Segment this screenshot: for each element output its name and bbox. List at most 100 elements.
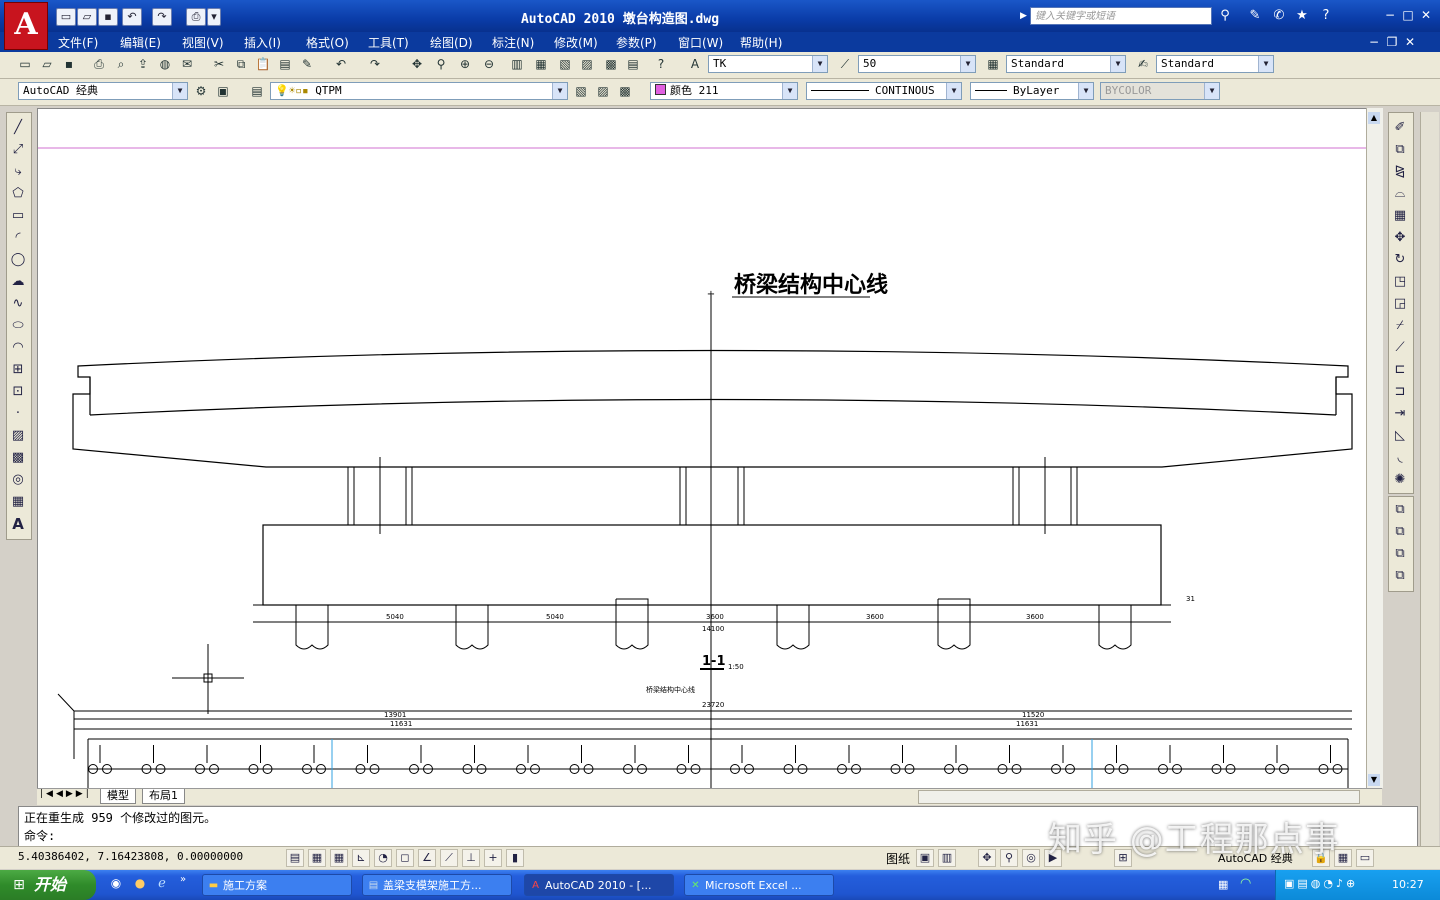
wifi-icon[interactable]: ◠ [1240, 876, 1251, 891]
quicklaunch-browser-icon[interactable]: ◉ [108, 876, 124, 892]
horizontal-scrollbar[interactable] [918, 790, 1360, 804]
new-file-icon[interactable]: ▭ [56, 8, 76, 26]
menu-draw[interactable]: 绘图(D) [430, 34, 473, 51]
clock[interactable]: 10:27 [1392, 878, 1424, 891]
insert-block-icon[interactable]: ⊞ [8, 360, 28, 380]
workspace-switch[interactable]: AutoCAD 经典 [1218, 850, 1293, 866]
properties-icon[interactable]: ▥ [508, 55, 526, 73]
help-toolbar-icon[interactable]: ? [652, 55, 670, 73]
bring-above-icon[interactable]: ⧉ [1390, 544, 1410, 564]
application-menu-button[interactable]: A [4, 2, 48, 50]
plot-icon[interactable]: ⎙ [90, 55, 108, 73]
doc-close-icon[interactable]: ✕ [1402, 35, 1418, 50]
minimize-icon[interactable]: − [1382, 8, 1398, 23]
showmotion-icon[interactable]: ▶ [1044, 849, 1062, 867]
undo-icon[interactable]: ↶ [122, 8, 142, 26]
print-icon[interactable]: ⎙ [186, 8, 206, 26]
workspace-select[interactable]: AutoCAD 经典 ▼ [18, 82, 188, 100]
pan-icon[interactable]: ✥ [408, 55, 426, 73]
move-icon[interactable]: ✥ [1390, 228, 1410, 248]
command-prompt[interactable]: 命令: [24, 827, 55, 844]
doc-restore-icon[interactable]: ❐ [1384, 35, 1400, 50]
text-style-select[interactable]: TK ▼ [708, 55, 828, 73]
quick-view-layouts-icon[interactable]: ▣ [916, 849, 934, 867]
status-zoom-icon[interactable]: ⚲ [1000, 849, 1018, 867]
trim-icon[interactable]: ⌿ [1390, 316, 1410, 336]
plotstyle-select[interactable]: BYCOLOR ▼ [1100, 82, 1220, 100]
fillet-icon[interactable]: ◟ [1390, 448, 1410, 468]
status-pan-icon[interactable]: ✥ [978, 849, 996, 867]
keyboard-icon[interactable]: ▦ [1218, 878, 1228, 891]
search-input[interactable]: 键入关键字或短语 [1030, 7, 1212, 25]
tab-layout1[interactable]: 布局1 [142, 789, 185, 804]
quicklaunch-chrome-icon[interactable]: ● [132, 876, 148, 892]
paste-icon[interactable]: 📋 [254, 55, 272, 73]
copy-icon[interactable]: ⧉ [232, 55, 250, 73]
hatch-icon[interactable]: ▨ [8, 426, 28, 446]
publish-icon[interactable]: ⇪ [134, 55, 152, 73]
dim-scale-select[interactable]: 50 ▼ [858, 55, 976, 73]
markup-icon[interactable]: ▩ [602, 55, 620, 73]
table-style-select[interactable]: Standard ▼ [1156, 55, 1274, 73]
menu-view[interactable]: 视图(V) [182, 34, 224, 51]
erase-icon[interactable]: ✐ [1390, 118, 1410, 138]
lineweight-select[interactable]: ByLayer ▼ [970, 82, 1094, 100]
polar-tracking-icon[interactable]: ◔ [374, 849, 392, 867]
redo-icon[interactable]: ↷ [152, 8, 172, 26]
clean-screen-icon[interactable]: ▭ [1356, 849, 1374, 867]
array-icon[interactable]: ▦ [1390, 206, 1410, 226]
quick-access-dropdown-icon[interactable]: ▾ [207, 8, 221, 26]
send-to-back-icon[interactable]: ⧉ [1390, 522, 1410, 542]
rotate-icon[interactable]: ↻ [1390, 250, 1410, 270]
steeringwheel-icon[interactable]: ◎ [1022, 849, 1040, 867]
binoculars-icon[interactable]: ⚲ [1216, 8, 1234, 24]
calculator-icon[interactable]: ▤ [624, 55, 642, 73]
extend-icon[interactable]: ⟋ [1390, 338, 1410, 358]
snap-mode-icon[interactable]: ▦ [308, 849, 326, 867]
zoom-window-icon[interactable]: ⊕ [456, 55, 474, 73]
offset-icon[interactable]: ⌓ [1390, 184, 1410, 204]
dim-style-select[interactable]: Standard ▼ [1006, 55, 1126, 73]
tool-palettes-icon[interactable]: ▧ [556, 55, 574, 73]
maximize-icon[interactable]: □ [1400, 8, 1416, 23]
taskbar-item-autocad[interactable]: A AutoCAD 2010 - [... [524, 874, 674, 896]
zoom-realtime-icon[interactable]: ⚲ [432, 55, 450, 73]
infer-constraints-icon[interactable]: ▤ [286, 849, 304, 867]
stretch-icon[interactable]: ◲ [1390, 294, 1410, 314]
spline-icon[interactable]: ∿ [8, 294, 28, 314]
linetype-select[interactable]: CONTINOUS ▼ [806, 82, 962, 100]
scroll-down-icon[interactable]: ▼ [1368, 774, 1380, 786]
revision-cloud-icon[interactable]: ☁ [8, 272, 28, 292]
menu-tools[interactable]: 工具(T) [368, 34, 409, 51]
qnew-icon[interactable]: ▭ [16, 55, 34, 73]
quick-view-drawings-icon[interactable]: ▥ [938, 849, 956, 867]
construction-line-icon[interactable]: ⤢ [8, 140, 28, 160]
multiline-text-icon[interactable]: A [8, 514, 28, 534]
menu-window[interactable]: 窗口(W) [678, 34, 723, 51]
quick-properties-icon[interactable]: ▮ [506, 849, 524, 867]
undo-toolbar-icon[interactable]: ↶ [332, 55, 350, 73]
dynamic-ucs-icon[interactable]: ⟋ [440, 849, 458, 867]
toolbar-lock-icon[interactable]: 🔒 [1312, 849, 1330, 867]
tray-icons[interactable]: ▣▤◍◔♪⊕ [1284, 877, 1358, 890]
grid-display-icon[interactable]: ▦ [330, 849, 348, 867]
text-style-icon[interactable]: A [686, 55, 704, 73]
menu-modify[interactable]: 修改(M) [554, 34, 598, 51]
communication-icon[interactable]: ✆ [1270, 8, 1288, 24]
help-icon[interactable]: ? [1317, 8, 1335, 24]
taskbar-item-word[interactable]: ▤ 盖梁支模架施工方... [362, 874, 512, 896]
coordinate-display[interactable]: 5.40386402, 7.16423808, 0.00000000 [18, 850, 243, 863]
drawing-canvas[interactable]: 5040 5040 3600 3600 3600 14100 31 + 桥梁结构… [37, 108, 1368, 790]
subscription-icon[interactable]: ✎ [1246, 8, 1264, 24]
3d-dwf-icon[interactable]: ◍ [156, 55, 174, 73]
menu-dimension[interactable]: 标注(N) [492, 34, 534, 51]
menu-help[interactable]: 帮助(H) [740, 34, 782, 51]
open-icon[interactable]: ▱ [38, 55, 56, 73]
make-block-icon[interactable]: ⊡ [8, 382, 28, 402]
tool-palette-strip[interactable] [1420, 112, 1439, 852]
etransmit-icon[interactable]: ✉ [178, 55, 196, 73]
mirror-icon[interactable]: ⧎ [1390, 162, 1410, 182]
rectangle-icon[interactable]: ▭ [8, 206, 28, 226]
vertical-scrollbar[interactable] [1366, 108, 1383, 788]
chamfer-icon[interactable]: ◺ [1390, 426, 1410, 446]
